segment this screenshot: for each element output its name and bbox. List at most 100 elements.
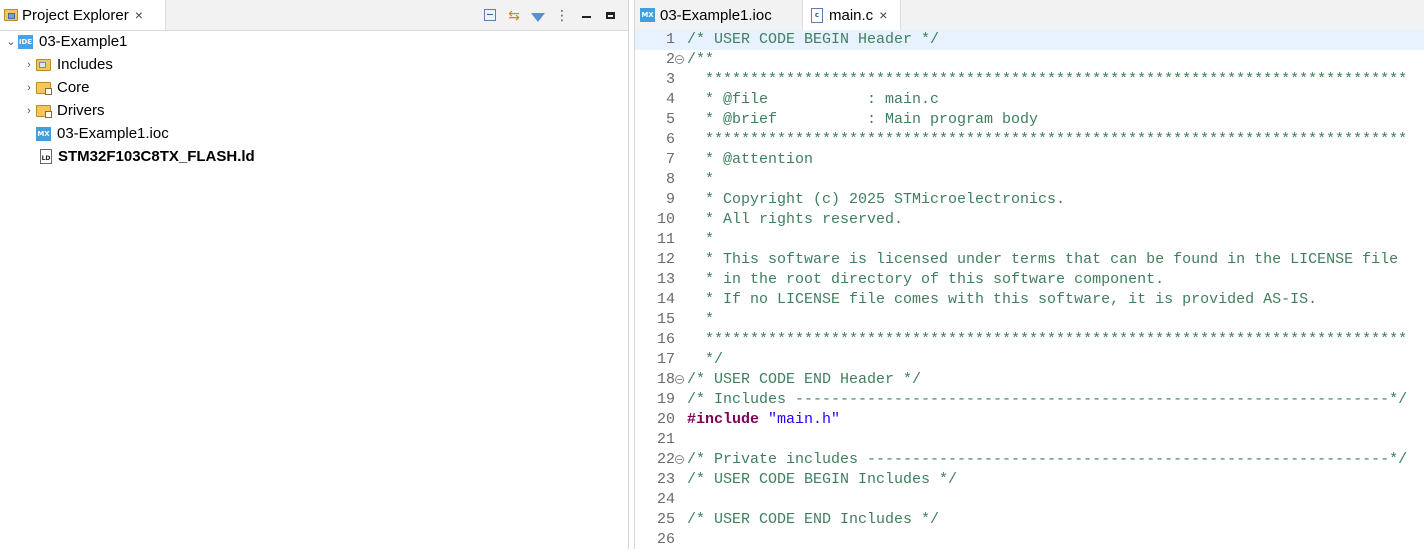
tab-project-explorer[interactable]: Project Explorer ×: [0, 0, 166, 30]
ide-project-icon: IDE: [18, 34, 33, 49]
code-line[interactable]: 21: [635, 430, 1424, 450]
code-text: * This software is licensed under terms …: [687, 251, 1399, 268]
fold-toggle-icon[interactable]: −: [675, 455, 684, 464]
line-number: 3: [665, 71, 675, 88]
code-line[interactable]: 25 /* USER CODE END Includes */: [635, 510, 1424, 530]
line-number: 17: [656, 351, 675, 368]
tree-item-ioc-file[interactable]: MX 03-Example1.ioc: [0, 122, 628, 145]
c-file-icon: c: [811, 7, 823, 23]
code-text-area[interactable]: 1/* USER CODE BEGIN Header */2−/** 3 ****…: [635, 30, 1424, 549]
collapse-all-button[interactable]: [482, 7, 498, 23]
code-line[interactable]: 1 /* USER CODE BEGIN Header */: [635, 30, 1424, 50]
source-folder-icon: [36, 81, 52, 95]
tree-item-label: Core: [57, 79, 90, 96]
code-line[interactable]: 5 * @brief : Main program body: [635, 110, 1424, 130]
tab-ioc-file[interactable]: MX 03-Example1.ioc: [635, 0, 803, 30]
code-line[interactable]: 14 * If no LICENSE file comes with this …: [635, 290, 1424, 310]
line-number: 2: [665, 51, 675, 68]
close-icon[interactable]: ×: [135, 8, 143, 22]
close-icon[interactable]: ×: [879, 8, 887, 22]
code-text: * If no LICENSE file comes with this sof…: [687, 291, 1318, 308]
line-number: 14: [656, 291, 675, 308]
tab-label: 03-Example1.ioc: [660, 6, 772, 24]
line-number: 12: [656, 251, 675, 268]
code-text: /* Private includes --------------------…: [687, 451, 1408, 468]
code-text: *: [687, 231, 715, 248]
source-folder-icon: [36, 104, 52, 118]
line-number: 19: [656, 391, 675, 408]
code-line[interactable]: 26: [635, 530, 1424, 550]
line-number: 24: [656, 491, 675, 508]
line-number: 11: [656, 231, 675, 248]
code-line[interactable]: 23 /* USER CODE BEGIN Includes */: [635, 470, 1424, 490]
code-text: * @brief : Main program body: [687, 111, 1039, 128]
code-line[interactable]: 9 * Copyright (c) 2025 STMicroelectronic…: [635, 190, 1424, 210]
code-text: *: [687, 171, 715, 188]
tree-item-drivers[interactable]: › Drivers: [0, 99, 628, 122]
chevron-right-icon[interactable]: ›: [22, 59, 36, 71]
tree-item-core[interactable]: › Core: [0, 76, 628, 99]
explorer-tab-bar: Project Explorer × ⇆ ⋮: [0, 0, 628, 31]
code-line[interactable]: 2−/**: [635, 50, 1424, 70]
maximize-icon: [605, 11, 615, 19]
line-number: 13: [656, 271, 675, 288]
line-number: 26: [656, 531, 675, 548]
code-text: * @file : main.c: [687, 91, 940, 108]
code-line[interactable]: 4 * @file : main.c: [635, 90, 1424, 110]
code-line[interactable]: 18−/* USER CODE END Header */: [635, 370, 1424, 390]
line-number: 10: [656, 211, 675, 228]
code-line[interactable]: 17 */: [635, 350, 1424, 370]
code-text: * @attention: [687, 151, 814, 168]
includes-folder-icon: [36, 58, 51, 71]
code-line[interactable]: 13 * in the root directory of this softw…: [635, 270, 1424, 290]
view-menu-button[interactable]: ⋮: [554, 7, 570, 23]
chevron-right-icon[interactable]: ›: [22, 105, 36, 117]
chevron-right-icon[interactable]: ›: [22, 82, 36, 94]
tab-main-c[interactable]: c main.c ×: [803, 0, 901, 30]
line-number: 18: [656, 371, 675, 388]
filter-button[interactable]: [530, 7, 546, 23]
code-line[interactable]: 16 *************************************…: [635, 330, 1424, 350]
mx-file-icon: MX: [36, 126, 51, 141]
maximize-button[interactable]: [602, 7, 618, 23]
fold-toggle-icon[interactable]: −: [675, 55, 684, 64]
code-text: ****************************************…: [687, 71, 1408, 88]
code-line[interactable]: 7 * @attention: [635, 150, 1424, 170]
code-text: /* USER CODE BEGIN Includes */: [687, 471, 958, 488]
tree-item-ld-file[interactable]: LD STM32F103C8TX_FLASH.ld: [0, 145, 628, 168]
code-line[interactable]: 12 * This software is licensed under ter…: [635, 250, 1424, 270]
code-line[interactable]: 10 * All rights reserved.: [635, 210, 1424, 230]
chevron-down-icon[interactable]: ⌄: [4, 35, 18, 48]
explorer-toolbar: ⇆ ⋮: [482, 4, 618, 26]
link-with-editor-button[interactable]: ⇆: [506, 7, 522, 23]
code-line[interactable]: 8 *: [635, 170, 1424, 190]
code-text: /* USER CODE END Includes */: [687, 511, 940, 528]
tree-item-label: 03-Example1: [39, 33, 128, 50]
code-line[interactable]: 20 #include "main.h": [635, 410, 1424, 430]
code-text: ****************************************…: [687, 331, 1408, 348]
ld-file-icon: LD: [40, 149, 52, 164]
collapse-all-icon: [484, 9, 496, 21]
project-explorer-panel: Project Explorer × ⇆ ⋮ ⌄ IDE 03-Example1…: [0, 0, 629, 549]
code-line[interactable]: 24: [635, 490, 1424, 510]
code-line[interactable]: 6 **************************************…: [635, 130, 1424, 150]
code-text: /* USER CODE BEGIN Header */: [687, 31, 940, 48]
line-number: 1: [665, 31, 675, 48]
code-line[interactable]: 22−/* Private includes -----------------…: [635, 450, 1424, 470]
line-number: 21: [656, 431, 675, 448]
tree-item-includes[interactable]: › Includes: [0, 53, 628, 76]
minimize-button[interactable]: [578, 7, 594, 23]
code-line[interactable]: 15 *: [635, 310, 1424, 330]
code-text: */: [687, 351, 724, 368]
line-number: 6: [665, 131, 675, 148]
line-number: 5: [665, 111, 675, 128]
fold-toggle-icon[interactable]: −: [675, 375, 684, 384]
code-line[interactable]: 11 *: [635, 230, 1424, 250]
code-editor-panel: MX 03-Example1.ioc c main.c × 1 /* USER C…: [634, 0, 1424, 549]
tree-item-label: Drivers: [57, 102, 105, 119]
code-line[interactable]: 19 /* Includes --------------------------…: [635, 390, 1424, 410]
code-text: /* Includes ----------------------------…: [687, 391, 1408, 408]
mx-file-icon: MX: [640, 8, 655, 22]
tree-item-project[interactable]: ⌄ IDE 03-Example1: [0, 30, 628, 53]
code-line[interactable]: 3 **************************************…: [635, 70, 1424, 90]
